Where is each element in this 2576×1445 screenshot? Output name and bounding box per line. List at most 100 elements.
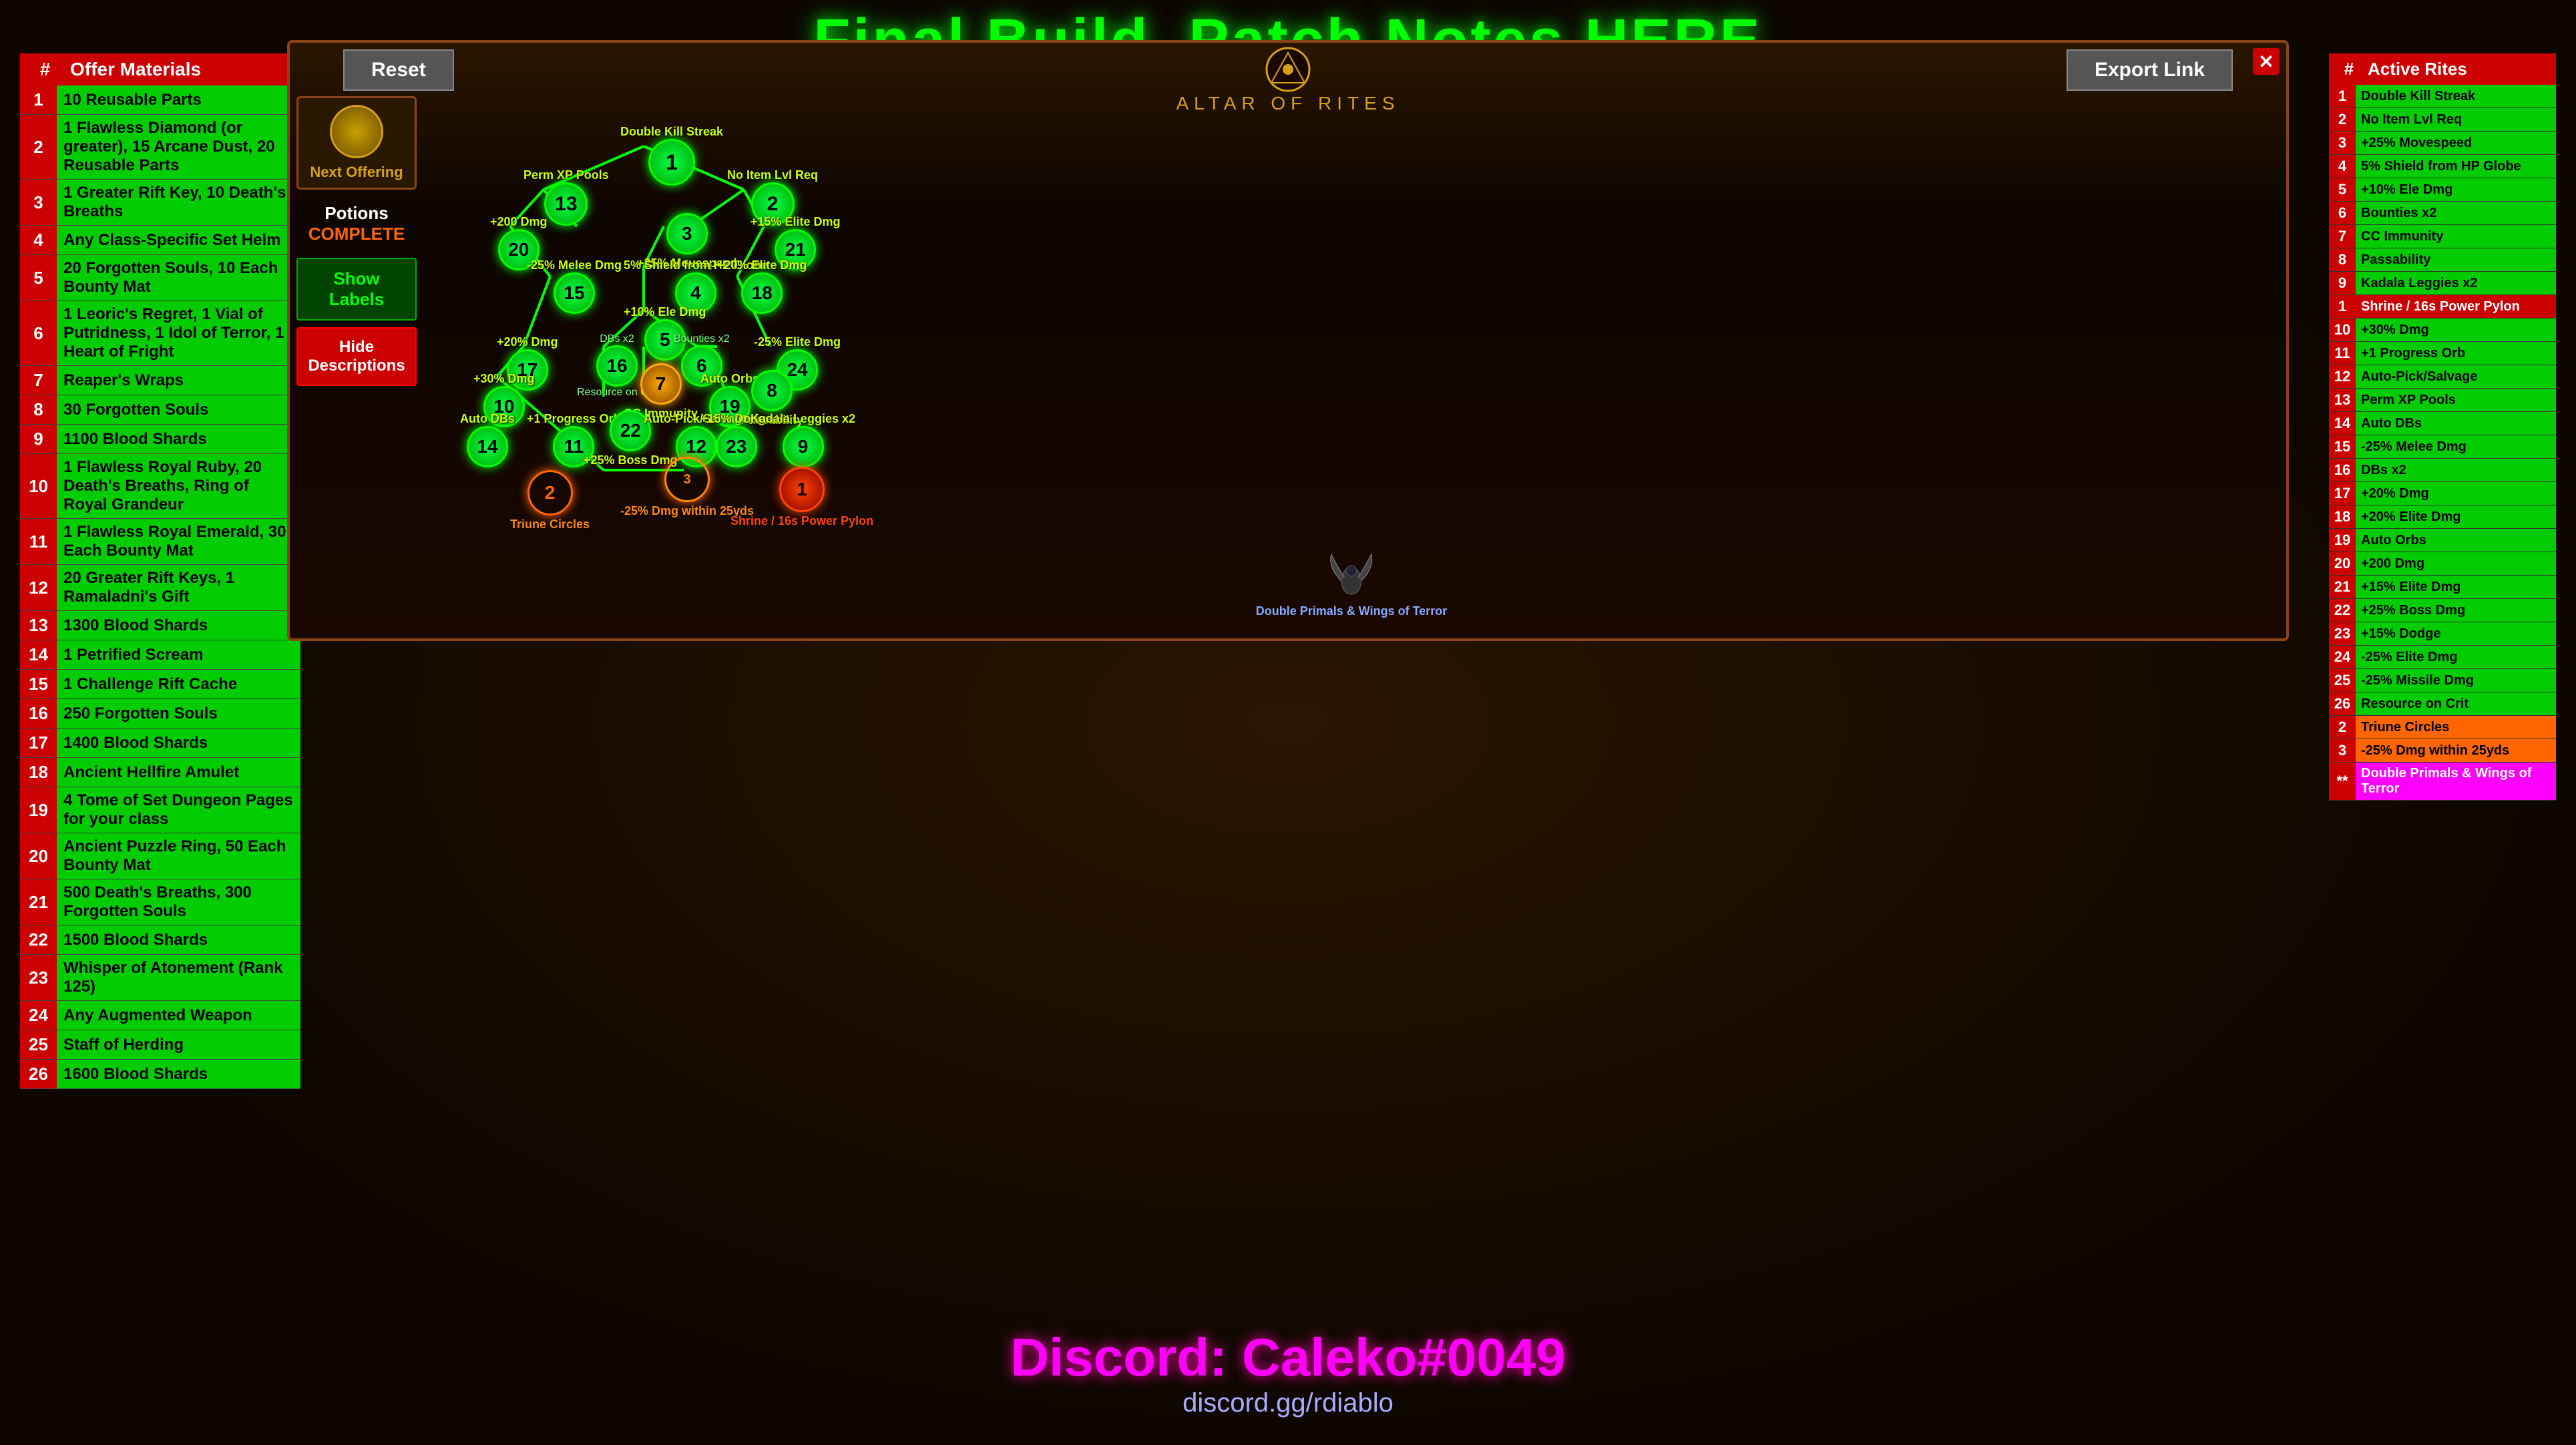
row-text: 1 Petrified Scream [57,640,300,669]
row-text: 20 Forgotten Souls, 10 Each Bounty Mat [57,255,300,300]
row-text: -25% Missile Dmg [2356,669,2556,692]
row-text: Double Kill Streak [2356,85,2556,108]
row-number: 5 [2329,178,2356,201]
row-text: 1100 Blood Shards [57,425,300,453]
row-text: CC Immunity [2356,225,2556,248]
row-number: 15 [2329,435,2356,458]
left-panel-row: 17 1400 Blood Shards [20,729,300,758]
row-number: 25 [2329,669,2356,692]
offering-icon [330,105,383,158]
left-panel-row: 7 Reaper's Wraps [20,366,300,395]
left-panel-row: 18 Ancient Hellfire Amulet [20,758,300,787]
row-number: 5 [20,255,57,300]
row-text: 1 Flawless Royal Ruby, 20 Death's Breath… [57,454,300,518]
row-number: 3 [2329,132,2356,154]
row-number: 18 [2329,505,2356,528]
row-text: 1 Leoric's Regret, 1 Vial of Putridness,… [57,301,300,365]
row-text: 1 Challenge Rift Cache [57,670,300,698]
right-panel-row: 14 Auto DBs [2329,412,2556,435]
row-number: 22 [2329,599,2356,622]
potions-box: Potions COMPLETE [296,203,417,244]
discord-url: discord.gg/rdiablo [0,1388,2576,1418]
potions-label: Potions [296,203,417,224]
row-number: 24 [20,1001,57,1030]
row-text: DBs x2 [2356,459,2556,481]
hide-descriptions-button[interactable]: Hide Descriptions [296,327,417,386]
row-text: 500 Death's Breaths, 300 Forgotten Souls [57,879,300,925]
left-header-label: Offer Materials [63,59,201,80]
left-panel-row: 8 30 Forgotten Souls [20,395,300,425]
row-text: Kadala Leggies x2 [2356,272,2556,294]
left-panel-row: 15 1 Challenge Rift Cache [20,670,300,699]
row-text: 20 Greater Rift Keys, 1 Ramaladni's Gift [57,565,300,610]
next-offering-box: Next Offering [296,96,417,190]
row-text: Auto Orbs [2356,529,2556,552]
row-text: 5% Shield from HP Globe [2356,155,2556,178]
row-number: 11 [20,519,57,564]
show-labels-button[interactable]: Show Labels [296,258,417,321]
right-panel-row: 24 -25% Elite Dmg [2329,646,2556,669]
left-panel-row: 16 250 Forgotten Souls [20,699,300,729]
row-number: 10 [20,454,57,518]
row-text: Auto-Pick/Salvage [2356,365,2556,388]
left-panel-row: 11 1 Flawless Royal Emerald, 30 Each Bou… [20,519,300,565]
close-button[interactable]: ✕ [2253,48,2280,75]
right-panel-row: 11 +1 Progress Orb [2329,342,2556,365]
right-panel-row: 23 +15% Dodge [2329,622,2556,646]
row-number: 1 [2329,295,2356,318]
row-text: 1500 Blood Shards [57,925,300,954]
row-text: +20% Elite Dmg [2356,505,2556,528]
row-text: Passability [2356,248,2556,271]
row-text: 1600 Blood Shards [57,1060,300,1088]
row-number: 4 [2329,155,2356,178]
row-text: 250 Forgotten Souls [57,699,300,728]
row-number: 18 [20,758,57,787]
row-number: 3 [20,180,57,225]
row-number: 17 [2329,482,2356,505]
right-panel-row: 26 Resource on Crit [2329,692,2556,716]
node-triune[interactable]: 2 Triune Circles [510,470,590,532]
right-panel-row: ** Double Primals & Wings of Terror [2329,763,2556,801]
right-panel-row: 9 Kadala Leggies x2 [2329,272,2556,295]
row-text: Shrine / 16s Power Pylon [2356,295,2556,318]
row-text: 1 Greater Rift Key, 10 Death's Breaths [57,180,300,225]
right-panel-row: 15 -25% Melee Dmg [2329,435,2556,459]
row-number: 7 [20,366,57,395]
bottom-figure: Double Primals & Wings of Terror [1256,548,1448,618]
node-9[interactable]: Kadala Leggies x2 9 [750,410,855,467]
row-text: +15% Elite Dmg [2356,576,2556,598]
row-text: Triune Circles [2356,716,2556,739]
left-panel-row: 12 20 Greater Rift Keys, 1 Ramaladni's G… [20,565,300,611]
node-shrine[interactable]: 1 Shrine / 16s Power Pylon [730,467,873,528]
right-panel-row: 2 Triune Circles [2329,716,2556,739]
row-text: +30% Dmg [2356,319,2556,341]
export-button[interactable]: Export Link [2067,49,2233,91]
left-panel-row: 25 Staff of Herding [20,1030,300,1060]
node-18[interactable]: +20% Elite Dmg 18 [717,256,807,314]
row-number: 23 [2329,622,2356,645]
left-header-num: # [27,59,63,80]
row-number: 13 [2329,389,2356,411]
node-15[interactable]: -25% Melee Dmg 15 [527,256,622,314]
altar-title: ALTAR OF RITES [290,93,2286,114]
left-panel-row: 2 1 Flawless Diamond (or greater), 15 Ar… [20,115,300,180]
bottom-figure-label: Double Primals & Wings of Terror [1256,604,1448,618]
right-panel-row: 12 Auto-Pick/Salvage [2329,365,2556,389]
right-panel-row: 19 Auto Orbs [2329,529,2556,552]
node-14[interactable]: Auto DBs 14 [460,410,515,467]
row-text: 4 Tome of Set Dungeon Pages for your cla… [57,787,300,833]
row-text: +20% Dmg [2356,482,2556,505]
row-text: 1 Flawless Diamond (or greater), 15 Arca… [57,115,300,179]
row-number: 25 [20,1030,57,1059]
row-number: 2 [20,115,57,179]
reset-button[interactable]: Reset [343,49,454,91]
row-text: +1 Progress Orb [2356,342,2556,365]
row-number: 11 [2329,342,2356,365]
row-text: No Item Lvl Req [2356,108,2556,131]
left-panel-row: 21 500 Death's Breaths, 300 Forgotten So… [20,879,300,925]
node-1[interactable]: Double Kill Streak 1 [620,123,723,186]
left-panel-row: 3 1 Greater Rift Key, 10 Death's Breaths [20,180,300,226]
right-panel-row: 16 DBs x2 [2329,459,2556,482]
footer: Discord: Caleko#0049 discord.gg/rdiablo [0,1327,2576,1418]
right-header-label: Active Rites [2362,59,2467,79]
